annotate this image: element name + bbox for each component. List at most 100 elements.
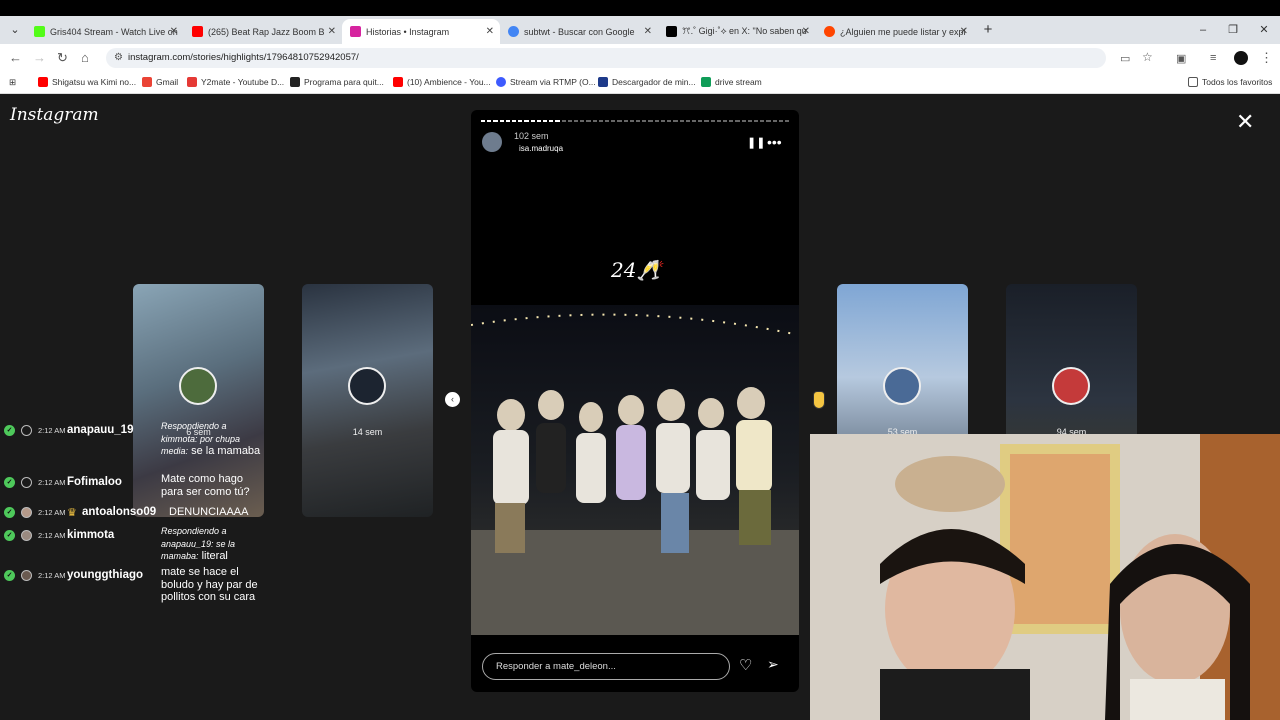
tab-kick[interactable]: Gris404 Stream - Watch Live on ✕ bbox=[26, 19, 184, 44]
chat-username[interactable]: younggthiago bbox=[67, 569, 143, 581]
bookmark-label: drive stream bbox=[715, 77, 762, 87]
tab-label: ꔫ.˚ Gigi·˚⟡ en X: "No saben qu bbox=[682, 26, 807, 36]
chat-time: 2:12 AM bbox=[38, 508, 66, 517]
avatar bbox=[21, 570, 32, 581]
tab-reddit[interactable]: ¿Alguien me puede listar y expl ✕ bbox=[816, 19, 974, 44]
tab-strip: ⌄ Gris404 Stream - Watch Live on ✕ (265)… bbox=[0, 16, 1280, 44]
story-time: 14 sem bbox=[352, 427, 383, 437]
bookmark-item[interactable]: drive stream bbox=[701, 77, 762, 87]
menu-icon[interactable]: ⋮ bbox=[1260, 50, 1273, 66]
avatar bbox=[179, 367, 217, 405]
close-tab-icon[interactable]: ✕ bbox=[960, 26, 968, 37]
bookmark-item[interactable]: Gmail bbox=[142, 77, 178, 87]
x-icon bbox=[666, 26, 677, 37]
bookmark-star-icon[interactable]: ☆ bbox=[1142, 50, 1153, 64]
chat-username[interactable]: kimmota bbox=[67, 529, 114, 541]
instagram-icon bbox=[350, 26, 361, 37]
close-tab-icon[interactable]: ✕ bbox=[802, 26, 810, 37]
new-tab-button[interactable]: + bbox=[973, 16, 1003, 44]
tab-google[interactable]: subtwt - Buscar con Google ✕ bbox=[500, 19, 658, 44]
bookmark-item[interactable]: Y2mate - Youtube D... bbox=[187, 77, 284, 87]
chat-body: se la mamaba bbox=[191, 445, 261, 457]
youtube-icon bbox=[393, 77, 403, 87]
chat-username[interactable]: antoalonso09 bbox=[82, 506, 156, 518]
pause-icon[interactable]: ❚❚ bbox=[747, 136, 765, 149]
chat-text: Respondiendo a anapauu_19: se la mamaba:… bbox=[161, 525, 261, 563]
url-field[interactable]: instagram.com/stories/highlights/1796481… bbox=[106, 48, 1106, 68]
close-tab-icon[interactable]: ✕ bbox=[644, 26, 652, 37]
story-progress bbox=[481, 120, 790, 122]
bookmark-label: Gmail bbox=[156, 77, 179, 87]
bookmark-label: Stream via RTMP (O... bbox=[510, 77, 596, 87]
send-icon[interactable]: ➢ bbox=[767, 656, 779, 673]
reply-input[interactable]: Responder a mate_deleon... bbox=[482, 653, 730, 680]
google-icon bbox=[508, 26, 519, 37]
folder-icon bbox=[1188, 77, 1198, 87]
bookmark-label: Descargador de min... bbox=[612, 77, 696, 87]
bookmark-label: Y2mate - Youtube D... bbox=[201, 77, 285, 87]
bookmark-item[interactable]: Stream via RTMP (O... bbox=[496, 77, 596, 87]
tab-instagram[interactable]: Historias • Instagram ✕ bbox=[342, 19, 500, 44]
user-icon bbox=[21, 425, 32, 436]
tab-youtube[interactable]: (265) Beat Rap Jazz Boom B ✕ bbox=[184, 19, 342, 44]
site-info-icon[interactable]: ⚙ bbox=[114, 52, 123, 63]
chat-time: 2:12 AM bbox=[38, 571, 66, 580]
install-app-icon[interactable]: ▭ bbox=[1120, 52, 1130, 65]
mouse-cursor-icon bbox=[813, 391, 825, 409]
avatar[interactable] bbox=[482, 132, 502, 152]
bookmark-label: Todos los favoritos bbox=[1202, 77, 1273, 87]
chat-text: mate se hace el boludo y hay par de poll… bbox=[161, 566, 258, 603]
avatar bbox=[348, 367, 386, 405]
close-tab-icon[interactable]: ✕ bbox=[170, 26, 178, 37]
story-username[interactable]: isa.madruqa bbox=[519, 144, 563, 153]
story-caption: 24🥂 bbox=[611, 258, 662, 282]
bookmark-label: Programa para quit... bbox=[304, 77, 384, 87]
bookmark-item[interactable]: (10) Ambience - You... bbox=[393, 77, 491, 87]
close-icon[interactable]: ✕ bbox=[1236, 109, 1254, 135]
reload-icon[interactable]: ↻ bbox=[57, 50, 68, 66]
current-story[interactable]: 102 sem isa.madruqa ❚❚ ••• 24🥂 Responder… bbox=[471, 110, 799, 692]
chat-username[interactable]: Fofimaloo bbox=[67, 476, 122, 488]
chat-body: literal bbox=[201, 550, 228, 562]
extensions-icon[interactable]: ▣ bbox=[1176, 52, 1186, 65]
bookmark-item[interactable]: Descargador de min... bbox=[598, 77, 696, 87]
apps-icon[interactable]: ⊞ bbox=[9, 77, 16, 88]
address-bar: ← → ↻ ⌂ instagram.com/stories/highlights… bbox=[0, 44, 1280, 72]
chat-time: 2:12 AM bbox=[38, 531, 66, 540]
more-options-icon[interactable]: ••• bbox=[767, 134, 782, 150]
verified-check-icon: ✓ bbox=[4, 425, 15, 436]
avatar bbox=[1052, 367, 1090, 405]
tab-x[interactable]: ꔫ.˚ Gigi·˚⟡ en X: "No saben qu ✕ bbox=[658, 19, 816, 44]
bookmark-item[interactable]: Shigatsu wa Kimi no... bbox=[38, 77, 136, 87]
bookmarks-bar: ⊞ Shigatsu wa Kimi no... Gmail Y2mate - … bbox=[0, 72, 1280, 94]
chat-text: Mate como hago para ser como tú? bbox=[161, 473, 250, 498]
previous-story-icon[interactable]: ‹ bbox=[445, 392, 460, 407]
heart-icon[interactable]: ♡ bbox=[739, 656, 752, 674]
home-icon[interactable]: ⌂ bbox=[81, 50, 89, 65]
back-icon[interactable]: ← bbox=[9, 50, 22, 65]
reddit-icon bbox=[824, 26, 835, 37]
profile-avatar[interactable] bbox=[1234, 51, 1248, 65]
verified-check-icon: ✓ bbox=[4, 530, 15, 541]
youtube-icon bbox=[38, 77, 48, 87]
chat-text: Respondiendo a kimmota: por chupa media:… bbox=[161, 420, 261, 458]
chat-text: DENUNCIAAAA bbox=[169, 506, 249, 518]
bookmark-item[interactable]: Programa para quit... bbox=[290, 77, 384, 87]
close-tab-icon[interactable]: ✕ bbox=[328, 26, 336, 37]
instagram-logo[interactable]: Instagram bbox=[10, 105, 99, 125]
all-bookmarks-folder[interactable]: Todos los favoritos bbox=[1188, 77, 1272, 87]
media-controls-icon[interactable]: ≡ bbox=[1210, 52, 1216, 64]
forward-icon[interactable]: → bbox=[33, 50, 46, 65]
minimize-icon[interactable]: – bbox=[1188, 16, 1218, 44]
maximize-icon[interactable]: ❐ bbox=[1218, 16, 1248, 44]
gmail-icon bbox=[142, 77, 152, 87]
close-window-icon[interactable]: ✕ bbox=[1249, 16, 1279, 44]
close-tab-icon[interactable]: ✕ bbox=[486, 26, 494, 37]
tab-label: ¿Alguien me puede listar y expl bbox=[840, 26, 966, 37]
chat-username[interactable]: anapauu_19 bbox=[67, 424, 133, 436]
bookmark-label: (10) Ambience - You... bbox=[407, 77, 491, 87]
story-time: 102 sem bbox=[514, 131, 549, 141]
crown-icon: ♛ bbox=[67, 507, 77, 519]
side-story[interactable]: 14 sem bbox=[302, 284, 433, 517]
drive-icon bbox=[701, 77, 711, 87]
